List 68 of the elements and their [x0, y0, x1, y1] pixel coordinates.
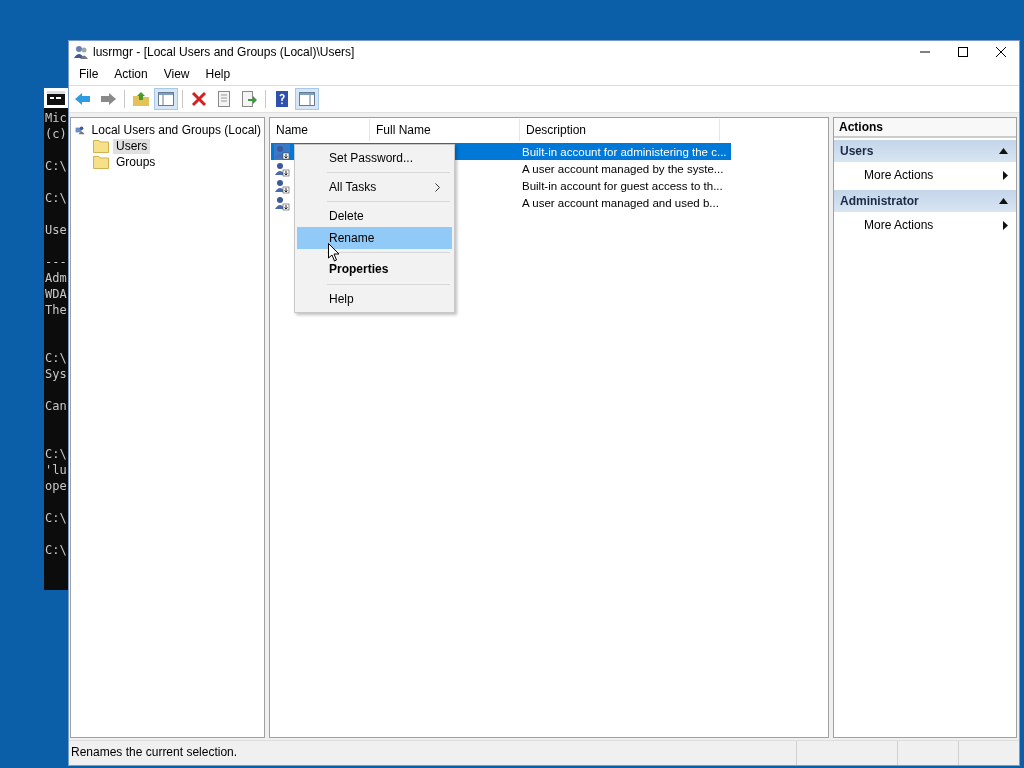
tree-item[interactable]: Groups	[113, 154, 159, 170]
column-header[interactable]: Full Name	[370, 119, 520, 141]
action-pane-button[interactable]	[295, 88, 319, 110]
console-line: Can	[45, 398, 68, 414]
back-arrow-icon	[74, 90, 92, 108]
console-line: ---	[45, 254, 68, 270]
status-text: Renames the current selection.	[70, 744, 239, 761]
tree-item[interactable]: Local Users and Groups (Local)	[88, 122, 264, 138]
forward-arrow-icon	[99, 90, 117, 108]
console-line: C:\	[45, 350, 68, 366]
menu-item[interactable]: Action	[106, 65, 156, 83]
menu-item[interactable]: Help	[197, 65, 239, 83]
delete-icon	[190, 90, 208, 108]
console-line: (c)	[45, 126, 68, 142]
maximize-icon[interactable]	[957, 46, 969, 58]
action-link[interactable]: More Actions	[864, 218, 934, 232]
console-line: WDA	[45, 286, 68, 302]
actions-title: Actions	[834, 118, 1016, 138]
window-title: lusrmgr - [Local Users and Groups (Local)\Users]	[93, 45, 355, 59]
menu-item[interactable]: Properties	[297, 256, 452, 281]
menu-item[interactable]: Delete	[297, 205, 452, 227]
menu-item[interactable]: All Tasks	[297, 176, 452, 198]
collapse-icon[interactable]	[999, 148, 1008, 154]
close-icon[interactable]	[995, 46, 1007, 58]
column-header[interactable]: Name	[270, 119, 370, 141]
mouse-pointer-icon	[328, 243, 340, 262]
console-icon	[47, 91, 65, 105]
console-line: Use	[45, 222, 68, 238]
menu-item[interactable]: Set Password...	[297, 147, 452, 169]
column-header[interactable]: Description	[520, 119, 720, 141]
console-line: C:\	[45, 510, 68, 526]
console-line: C:\	[45, 446, 68, 462]
description-cell[interactable]: A user account managed and used b...	[522, 196, 719, 209]
console-line: ope	[45, 478, 68, 494]
folder-icon	[93, 139, 109, 153]
section-header[interactable]: Users	[834, 140, 1016, 162]
show-tree-button[interactable]	[154, 88, 178, 110]
menu-item[interactable]: View	[155, 65, 198, 83]
section-header[interactable]: Administrator	[834, 190, 1016, 212]
users-icon	[73, 44, 89, 60]
folder-up-icon	[132, 90, 150, 108]
console-line: C:\	[45, 158, 68, 174]
submenu-arrow-icon	[1003, 170, 1008, 180]
console-line: Mic	[45, 110, 68, 126]
menu-item[interactable]: Help	[297, 288, 452, 310]
collapse-icon[interactable]	[999, 198, 1008, 204]
console-line: The	[45, 302, 68, 318]
user-icon	[274, 194, 290, 211]
console-line: Sys	[45, 366, 68, 382]
help-icon	[273, 90, 291, 108]
export-icon	[240, 90, 258, 108]
pane-icon	[298, 90, 316, 108]
folder-icon	[93, 155, 109, 169]
user-icon	[274, 160, 290, 177]
description-cell[interactable]: Built-in account for guest access to th...	[522, 179, 723, 192]
console-line: C:\	[45, 542, 68, 558]
menu-item[interactable]: Rename	[297, 227, 452, 249]
action-link[interactable]: More Actions	[864, 168, 934, 182]
pane-icon	[157, 90, 175, 108]
tree-item[interactable]: Users	[113, 138, 151, 154]
description-cell[interactable]: A user account managed by the syste...	[522, 162, 724, 175]
submenu-arrow-icon	[1003, 220, 1008, 230]
user-icon	[274, 177, 290, 194]
console-line: C:\	[45, 190, 68, 206]
document-icon	[215, 90, 233, 108]
console-line: 'lu	[45, 462, 68, 478]
menu-item[interactable]: File	[71, 65, 107, 83]
console-line: Adm	[45, 270, 68, 286]
